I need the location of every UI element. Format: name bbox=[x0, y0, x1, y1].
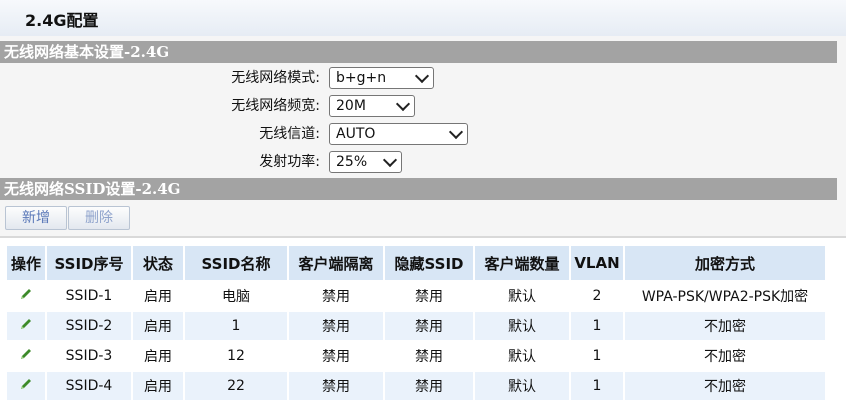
chevron-down-icon bbox=[414, 68, 430, 84]
pencil-icon[interactable] bbox=[18, 346, 34, 362]
channel-label: 无线信道: bbox=[259, 126, 320, 142]
settings-panel: 无线网络基本设置-2.4G 无线网络模式: b+g+n 无线网络频宽: 20M … bbox=[0, 36, 846, 236]
clients-cell: 默认 bbox=[475, 312, 569, 340]
bandwidth-row: 无线网络频宽: bbox=[160, 94, 320, 118]
edit-cell[interactable] bbox=[7, 282, 45, 310]
pencil-icon[interactable] bbox=[18, 376, 34, 392]
name-cell: 12 bbox=[185, 342, 287, 370]
isolation-cell: 禁用 bbox=[289, 342, 383, 370]
ssid-table-area: 操作 SSID序号 状态 SSID名称 客户端隔离 隐藏SSID 客户端数量 V… bbox=[0, 236, 846, 405]
page-header: 2.4G配置 bbox=[0, 0, 846, 37]
chevron-down-icon bbox=[395, 96, 411, 112]
col-header-ssid: SSID序号 bbox=[47, 246, 131, 280]
mode-row: 无线网络模式: bbox=[160, 66, 320, 90]
clients-cell: 默认 bbox=[475, 372, 569, 400]
power-row: 发射功率: bbox=[160, 150, 320, 174]
power-select[interactable]: 25% bbox=[329, 151, 402, 173]
chevron-down-icon bbox=[448, 124, 464, 140]
col-header-vlan: VLAN bbox=[571, 246, 623, 280]
chevron-down-icon bbox=[382, 152, 398, 168]
name-cell: 22 bbox=[185, 372, 287, 400]
encryption-cell: 不加密 bbox=[625, 342, 825, 370]
isolation-cell: 禁用 bbox=[289, 312, 383, 340]
ssid-table: 操作 SSID序号 状态 SSID名称 客户端隔离 隐藏SSID 客户端数量 V… bbox=[5, 244, 827, 402]
channel-value: AUTO bbox=[336, 126, 376, 142]
channel-row: 无线信道: bbox=[160, 122, 320, 146]
power-label: 发射功率: bbox=[259, 154, 320, 170]
table-header-row: 操作 SSID序号 状态 SSID名称 客户端隔离 隐藏SSID 客户端数量 V… bbox=[7, 246, 825, 280]
status-cell: 启用 bbox=[133, 342, 183, 370]
status-cell: 启用 bbox=[133, 372, 183, 400]
encryption-cell: WPA-PSK/WPA2-PSK加密 bbox=[625, 282, 825, 310]
edit-cell[interactable] bbox=[7, 312, 45, 340]
isolation-cell: 禁用 bbox=[289, 282, 383, 310]
col-header-clients: 客户端数量 bbox=[475, 246, 569, 280]
vlan-cell: 1 bbox=[571, 342, 623, 370]
ssid-settings-header: 无线网络SSID设置-2.4G bbox=[0, 178, 837, 200]
delete-button[interactable]: 删除 bbox=[68, 206, 130, 230]
isolation-cell: 禁用 bbox=[289, 372, 383, 400]
channel-select[interactable]: AUTO bbox=[329, 123, 468, 145]
encryption-cell: 不加密 bbox=[625, 372, 825, 400]
bandwidth-select[interactable]: 20M bbox=[329, 95, 415, 117]
vlan-cell: 1 bbox=[571, 312, 623, 340]
col-header-status: 状态 bbox=[133, 246, 183, 280]
col-header-action: 操作 bbox=[7, 246, 45, 280]
col-header-encryption: 加密方式 bbox=[625, 246, 825, 280]
col-header-isolation: 客户端隔离 bbox=[289, 246, 383, 280]
page-title: 2.4G配置 bbox=[25, 11, 99, 30]
hidden-cell: 禁用 bbox=[385, 312, 473, 340]
hidden-cell: 禁用 bbox=[385, 372, 473, 400]
clients-cell: 默认 bbox=[475, 342, 569, 370]
col-header-hidden: 隐藏SSID bbox=[385, 246, 473, 280]
ssid-cell: SSID-2 bbox=[47, 312, 131, 340]
pencil-icon[interactable] bbox=[18, 316, 34, 332]
table-row: SSID-3 启用 12 禁用 禁用 默认 1 不加密 bbox=[7, 342, 825, 370]
mode-value: b+g+n bbox=[336, 70, 387, 86]
ssid-cell: SSID-3 bbox=[47, 342, 131, 370]
edit-cell[interactable] bbox=[7, 342, 45, 370]
encryption-cell: 不加密 bbox=[625, 312, 825, 340]
vlan-cell: 1 bbox=[571, 372, 623, 400]
name-cell: 电脑 bbox=[185, 282, 287, 310]
name-cell: 1 bbox=[185, 312, 287, 340]
clients-cell: 默认 bbox=[475, 282, 569, 310]
bandwidth-label: 无线网络频宽: bbox=[231, 98, 320, 114]
basic-settings-header: 无线网络基本设置-2.4G bbox=[0, 41, 837, 63]
table-row: SSID-2 启用 1 禁用 禁用 默认 1 不加密 bbox=[7, 312, 825, 340]
status-cell: 启用 bbox=[133, 312, 183, 340]
col-header-name: SSID名称 bbox=[185, 246, 287, 280]
power-value: 25% bbox=[336, 154, 368, 170]
add-button[interactable]: 新增 bbox=[5, 206, 67, 230]
ssid-cell: SSID-1 bbox=[47, 282, 131, 310]
vlan-cell: 2 bbox=[571, 282, 623, 310]
hidden-cell: 禁用 bbox=[385, 282, 473, 310]
table-row: SSID-1 启用 电脑 禁用 禁用 默认 2 WPA-PSK/WPA2-PSK… bbox=[7, 282, 825, 310]
status-cell: 启用 bbox=[133, 282, 183, 310]
hidden-cell: 禁用 bbox=[385, 342, 473, 370]
mode-label: 无线网络模式: bbox=[231, 70, 320, 86]
table-row: SSID-4 启用 22 禁用 禁用 默认 1 不加密 bbox=[7, 372, 825, 400]
ssid-cell: SSID-4 bbox=[47, 372, 131, 400]
bandwidth-value: 20M bbox=[336, 98, 366, 114]
edit-cell[interactable] bbox=[7, 372, 45, 400]
pencil-icon[interactable] bbox=[18, 286, 34, 302]
mode-select[interactable]: b+g+n bbox=[329, 67, 434, 89]
